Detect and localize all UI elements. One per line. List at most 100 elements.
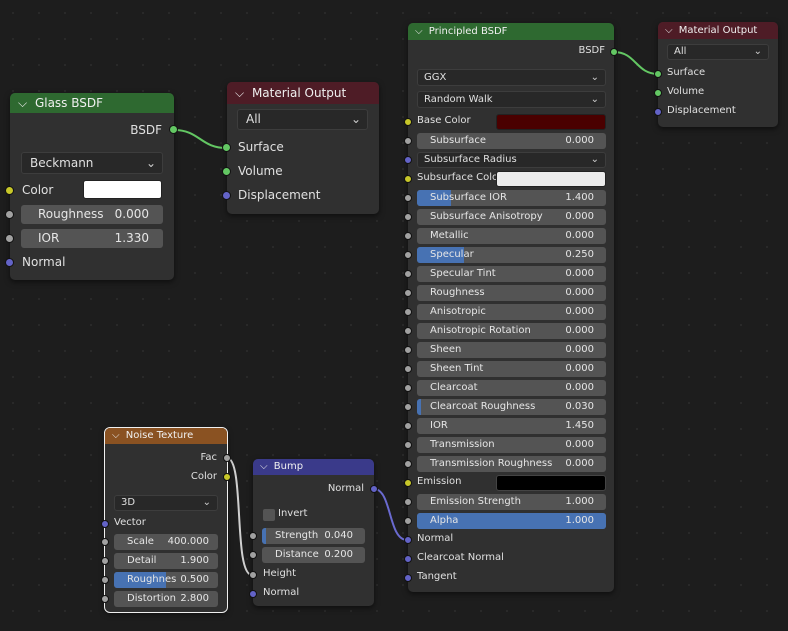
property-field[interactable]: Roughness 0.000 [417, 285, 606, 301]
field-input-socket[interactable] [404, 327, 412, 335]
subsurface-color-swatch[interactable] [496, 171, 606, 187]
volume-input-socket[interactable] [654, 89, 662, 97]
material-output-node-1[interactable]: ⌵ Material Output All ⌄ Surface Volume D… [222, 82, 379, 214]
emission-strength-field[interactable]: Emission Strength 1.000 [417, 494, 606, 510]
emission-color-swatch[interactable] [496, 475, 606, 491]
principled-bsdf-header[interactable]: ⌵ Principled BSDF [408, 23, 614, 40]
field-input-socket[interactable] [101, 538, 109, 546]
field-input-socket[interactable] [404, 251, 412, 259]
subsurface-radius-dropdown[interactable]: Subsurface Radius ⌄ [417, 152, 606, 168]
collapse-chevron-icon[interactable]: ⌵ [235, 82, 244, 104]
field-input-socket[interactable] [101, 557, 109, 565]
target-dropdown[interactable]: All ⌄ [237, 109, 368, 130]
distance-input-socket[interactable] [249, 551, 257, 559]
subsurface-method-dropdown[interactable]: Random Walk ⌄ [417, 91, 606, 108]
subsurface-radius-input-socket[interactable] [404, 156, 412, 164]
property-field[interactable]: Anisotropic 0.000 [417, 304, 606, 320]
property-field[interactable]: Clearcoat 0.000 [417, 380, 606, 396]
bsdf-output-socket[interactable] [169, 125, 178, 134]
material-output-node-2[interactable]: ⌵ Material Output All ⌄ Surface Volume D… [654, 22, 778, 127]
distance-field[interactable]: Distance 0.200 [262, 547, 365, 563]
field-input-socket[interactable] [404, 194, 412, 202]
bsdf-output-socket[interactable] [610, 48, 618, 56]
subsurface-input-socket[interactable] [404, 137, 412, 145]
field-input-socket[interactable] [404, 384, 412, 392]
field-input-socket[interactable] [404, 346, 412, 354]
collapse-chevron-icon[interactable]: ⌵ [415, 23, 423, 40]
collapse-chevron-icon[interactable]: ⌵ [260, 459, 268, 475]
color-input-socket[interactable] [5, 186, 14, 195]
property-field[interactable]: Distortion 2.800 [114, 591, 218, 607]
subsurface-color-input-socket[interactable] [404, 175, 412, 183]
displacement-input-socket[interactable] [654, 108, 662, 116]
field-input-socket[interactable] [404, 308, 412, 316]
field-input-socket[interactable] [404, 460, 412, 468]
strength-field[interactable]: Strength 0.040 [262, 528, 365, 544]
field-input-socket[interactable] [404, 365, 412, 373]
distribution-dropdown[interactable]: GGX ⌄ [417, 69, 606, 86]
field-input-socket[interactable] [101, 576, 109, 584]
glass-bsdf-node[interactable]: ⌵ Glass BSDF BSDF Beckmann ⌄ Color Rough… [5, 93, 178, 280]
alpha-field[interactable]: Alpha 1.000 [417, 513, 606, 529]
tangent-input-socket[interactable] [404, 574, 412, 582]
collapse-chevron-icon[interactable]: ⌵ [18, 93, 27, 113]
surface-input-socket[interactable] [654, 70, 662, 78]
field-input-socket[interactable] [101, 595, 109, 603]
roughness-input-socket[interactable] [5, 210, 14, 219]
glass-color-swatch[interactable] [83, 180, 162, 199]
glass-bsdf-header[interactable]: ⌵ Glass BSDF [10, 93, 174, 113]
principled-bsdf-node[interactable]: ⌵ Principled BSDF BSDF GGX ⌄ Random Walk… [404, 23, 618, 592]
surface-input-socket[interactable] [222, 143, 231, 152]
vector-input-socket[interactable] [101, 520, 109, 528]
property-field[interactable]: Roughnes 0.500 [114, 572, 218, 588]
field-input-socket[interactable] [404, 213, 412, 221]
emission-strength-input-socket[interactable] [404, 498, 412, 506]
field-input-socket[interactable] [404, 403, 412, 411]
field-input-socket[interactable] [404, 422, 412, 430]
bump-node[interactable]: ⌵ Bump Normal Invert Strength 0.040 Dist… [249, 459, 378, 606]
color-output-socket[interactable] [223, 473, 231, 481]
distribution-dropdown[interactable]: Beckmann ⌄ [21, 152, 163, 174]
property-field[interactable]: Clearcoat Roughness 0.030 [417, 399, 606, 415]
emission-input-socket[interactable] [404, 479, 412, 487]
roughness-field[interactable]: Roughness 0.000 [21, 205, 163, 224]
field-input-socket[interactable] [404, 270, 412, 278]
bump-header[interactable]: ⌵ Bump [253, 459, 374, 475]
target-dropdown[interactable]: All ⌄ [667, 44, 769, 60]
collapse-chevron-icon[interactable]: ⌵ [112, 428, 120, 444]
field-input-socket[interactable] [404, 289, 412, 297]
dimensions-dropdown[interactable]: 3D ⌄ [114, 495, 218, 511]
property-field[interactable]: Anisotropic Rotation 0.000 [417, 323, 606, 339]
collapse-chevron-icon[interactable]: ⌵ [665, 22, 673, 39]
alpha-input-socket[interactable] [404, 517, 412, 525]
clearcoat-normal-input-socket[interactable] [404, 555, 412, 563]
displacement-input-socket[interactable] [222, 191, 231, 200]
property-field[interactable]: Sheen Tint 0.000 [417, 361, 606, 377]
base-color-swatch[interactable] [496, 114, 606, 130]
property-field[interactable]: Subsurface IOR 1.400 [417, 190, 606, 206]
fac-output-socket[interactable] [223, 454, 231, 462]
volume-input-socket[interactable] [222, 167, 231, 176]
field-input-socket[interactable] [404, 232, 412, 240]
property-field[interactable]: Scale 400.000 [114, 534, 218, 550]
invert-checkbox[interactable] [263, 509, 275, 521]
base-color-input-socket[interactable] [404, 118, 412, 126]
material-output-header[interactable]: ⌵ Material Output [227, 82, 379, 104]
property-field[interactable]: Transmission 0.000 [417, 437, 606, 453]
normal-input-socket[interactable] [249, 590, 257, 598]
property-field[interactable]: Specular Tint 0.000 [417, 266, 606, 282]
field-input-socket[interactable] [404, 441, 412, 449]
normal-input-socket[interactable] [5, 258, 14, 267]
property-field[interactable]: Detail 1.900 [114, 553, 218, 569]
property-field[interactable]: Subsurface Anisotropy 0.000 [417, 209, 606, 225]
strength-input-socket[interactable] [249, 532, 257, 540]
subsurface-field[interactable]: Subsurface 0.000 [417, 133, 606, 149]
property-field[interactable]: IOR 1.450 [417, 418, 606, 434]
property-field[interactable]: Specular 0.250 [417, 247, 606, 263]
normal-input-socket[interactable] [404, 536, 412, 544]
property-field[interactable]: Sheen 0.000 [417, 342, 606, 358]
ior-field[interactable]: IOR 1.330 [21, 229, 163, 248]
property-field[interactable]: Metallic 0.000 [417, 228, 606, 244]
material-output-header[interactable]: ⌵ Material Output [658, 22, 778, 39]
ior-input-socket[interactable] [5, 234, 14, 243]
